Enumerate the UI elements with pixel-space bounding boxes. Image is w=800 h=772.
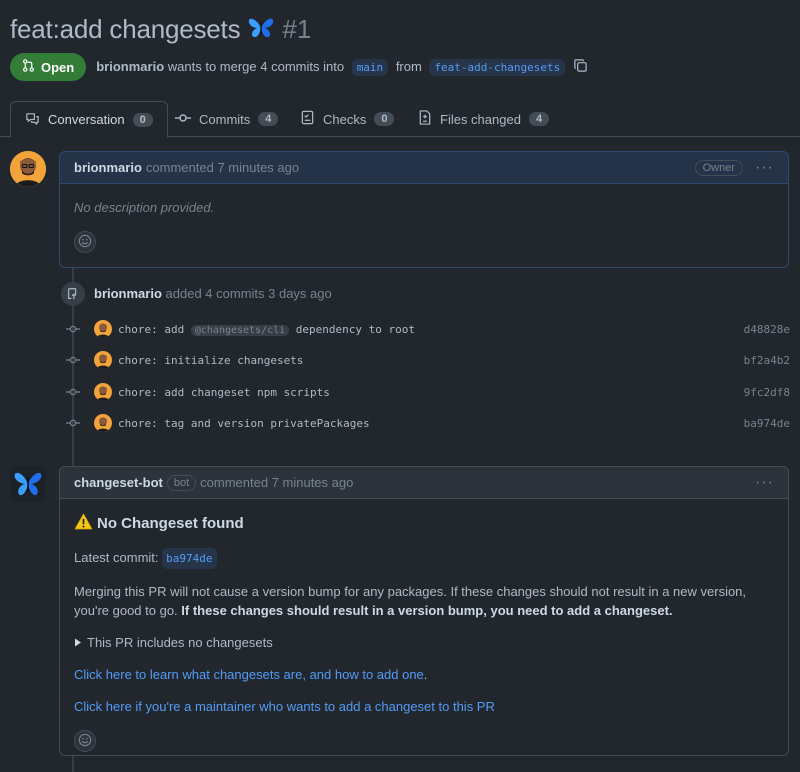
add-reaction-button[interactable] [74,231,96,253]
no-description-text: No description provided. [74,200,215,215]
tab-label: Files changed [440,111,521,127]
latest-commit-sha[interactable]: ba974de [162,548,217,569]
code-chip: @changesets/cli [190,324,290,336]
pr-number: #1 [282,13,312,44]
comment-author[interactable]: brionmario [74,160,142,175]
pr-meta-row: Open brionmario wants to merge 4 commits… [10,52,588,82]
tab-checks[interactable]: Checks 0 [286,101,408,137]
repo-push-icon [61,282,85,306]
pr-title: feat:add changesets [10,13,241,44]
copy-icon[interactable] [573,58,588,76]
tab-label: Commits [199,111,251,127]
comment-card: brionmario commented 7 minutes ago Owner… [59,151,789,268]
base-branch[interactable]: main [351,58,389,76]
commits-event-text: brionmario added 4 commits 3 days ago [94,286,332,301]
comment-author[interactable]: changeset-bot [74,475,163,490]
commit-message[interactable]: chore: initialize changesets [118,354,303,367]
pr-tabs: Conversation 0 Commits 4 Checks 0 Files … [0,101,800,138]
commit-row: chore: initialize changesets bf2a4b2 [66,349,790,371]
tab-commits[interactable]: Commits 4 [161,101,292,137]
latest-commit-line: Latest commit: ba974de [74,548,774,569]
add-reaction-button[interactable] [74,730,96,752]
tab-counter: 4 [528,112,550,126]
pr-state-badge: Open [10,53,87,81]
link-suffix: . [423,667,428,682]
tab-conversation[interactable]: Conversation 0 [10,101,168,138]
comment-header: brionmario commented 7 minutes ago Owner… [60,152,788,184]
comment-body: No description provided. [60,184,788,265]
comment-header: changeset-bot bot commented 7 minutes ag… [60,467,788,499]
commit-sha[interactable]: bf2a4b2 [744,354,790,367]
commit-sha[interactable]: ba974de [744,417,790,430]
checklist-icon [300,110,315,128]
kebab-horizontal-icon[interactable]: ··· [755,159,774,176]
tab-counter: 0 [374,112,395,126]
commit-row: chore: add @changesets/cli dependency to… [66,318,790,340]
avatar[interactable] [94,351,112,369]
commit-icon [66,355,80,365]
commit-icon [66,418,80,428]
commit-message[interactable]: chore: add changeset npm scripts [118,386,330,399]
avatar[interactable] [94,383,112,401]
conversation-icon [25,111,40,129]
maintainer-link-line: Click here if you're a maintainer who wa… [74,697,774,716]
bot-avatar[interactable] [10,466,46,502]
bot-heading: No Changeset found [74,513,774,534]
commit-icon [175,112,191,127]
tab-label: Conversation [48,112,125,127]
learn-changesets-link[interactable]: Click here to learn what changesets are,… [74,667,424,682]
commit-message-text: chore: add [118,322,191,336]
commit-icon [66,387,80,397]
kebab-horizontal-icon[interactable]: ··· [755,474,774,491]
smiley-icon [78,733,92,750]
bot-badge: bot [166,474,197,491]
commit-row: chore: tag and version privatePackages b… [66,412,790,434]
commit-sha[interactable]: d48828e [744,323,790,336]
add-changeset-link[interactable]: Click here if you're a maintainer who wa… [74,699,495,714]
latest-commit-label: Latest commit: [74,550,159,565]
bot-paragraph: Merging this PR will not cause a version… [74,582,774,620]
pr-title-row: feat:add changesets #1 [10,10,311,48]
commit-sha[interactable]: 9fc2df8 [744,386,790,399]
pr-state-label: Open [41,59,75,75]
from-text: from [395,58,422,74]
pr-author-link[interactable]: brionmario [96,59,164,74]
comment-body: No Changeset found Latest commit: ba974d… [60,499,788,764]
comment-meta: commented 7 minutes ago [200,475,354,490]
changesets-details-toggle[interactable]: This PR includes no changesets [74,633,774,652]
paragraph-bold-text: If these changes should result in a vers… [181,603,673,618]
commit-message[interactable]: chore: add @changesets/cli dependency to… [118,323,415,336]
tab-files-changed[interactable]: Files changed 4 [404,101,563,137]
comment-meta: commented 7 minutes ago [145,160,300,175]
pull-request-icon [22,59,35,75]
event-author[interactable]: brionmario [94,286,162,301]
butterfly-icon [248,17,274,42]
pr-merge-summary: brionmario wants to merge 4 commits into… [96,58,569,76]
warning-icon [74,513,93,534]
smiley-icon [78,234,92,251]
commit-icon [66,324,80,334]
tab-counter: 4 [258,112,279,126]
triangle-right-icon [74,633,82,652]
details-summary: This PR includes no changesets [87,635,273,650]
bot-heading-text: No Changeset found [97,515,244,532]
tab-label: Checks [323,111,367,127]
event-description: added 4 commits 3 days ago [165,286,332,301]
commit-message[interactable]: chore: tag and version privatePackages [118,417,370,430]
owner-badge: Owner [694,159,744,176]
tab-counter: 0 [132,112,153,127]
file-diff-icon [418,110,432,128]
avatar[interactable] [94,414,112,432]
merge-text: wants to merge 4 commits into [167,58,345,74]
head-branch[interactable]: feat-add-changesets [429,58,566,76]
avatar[interactable] [94,320,112,338]
avatar[interactable] [10,151,46,187]
commit-row: chore: add changeset npm scripts 9fc2df8 [66,381,790,403]
learn-link-line: Click here to learn what changesets are,… [74,665,774,684]
commit-message-text: dependency to root [289,322,416,336]
comment-card: changeset-bot bot commented 7 minutes ag… [59,466,789,756]
